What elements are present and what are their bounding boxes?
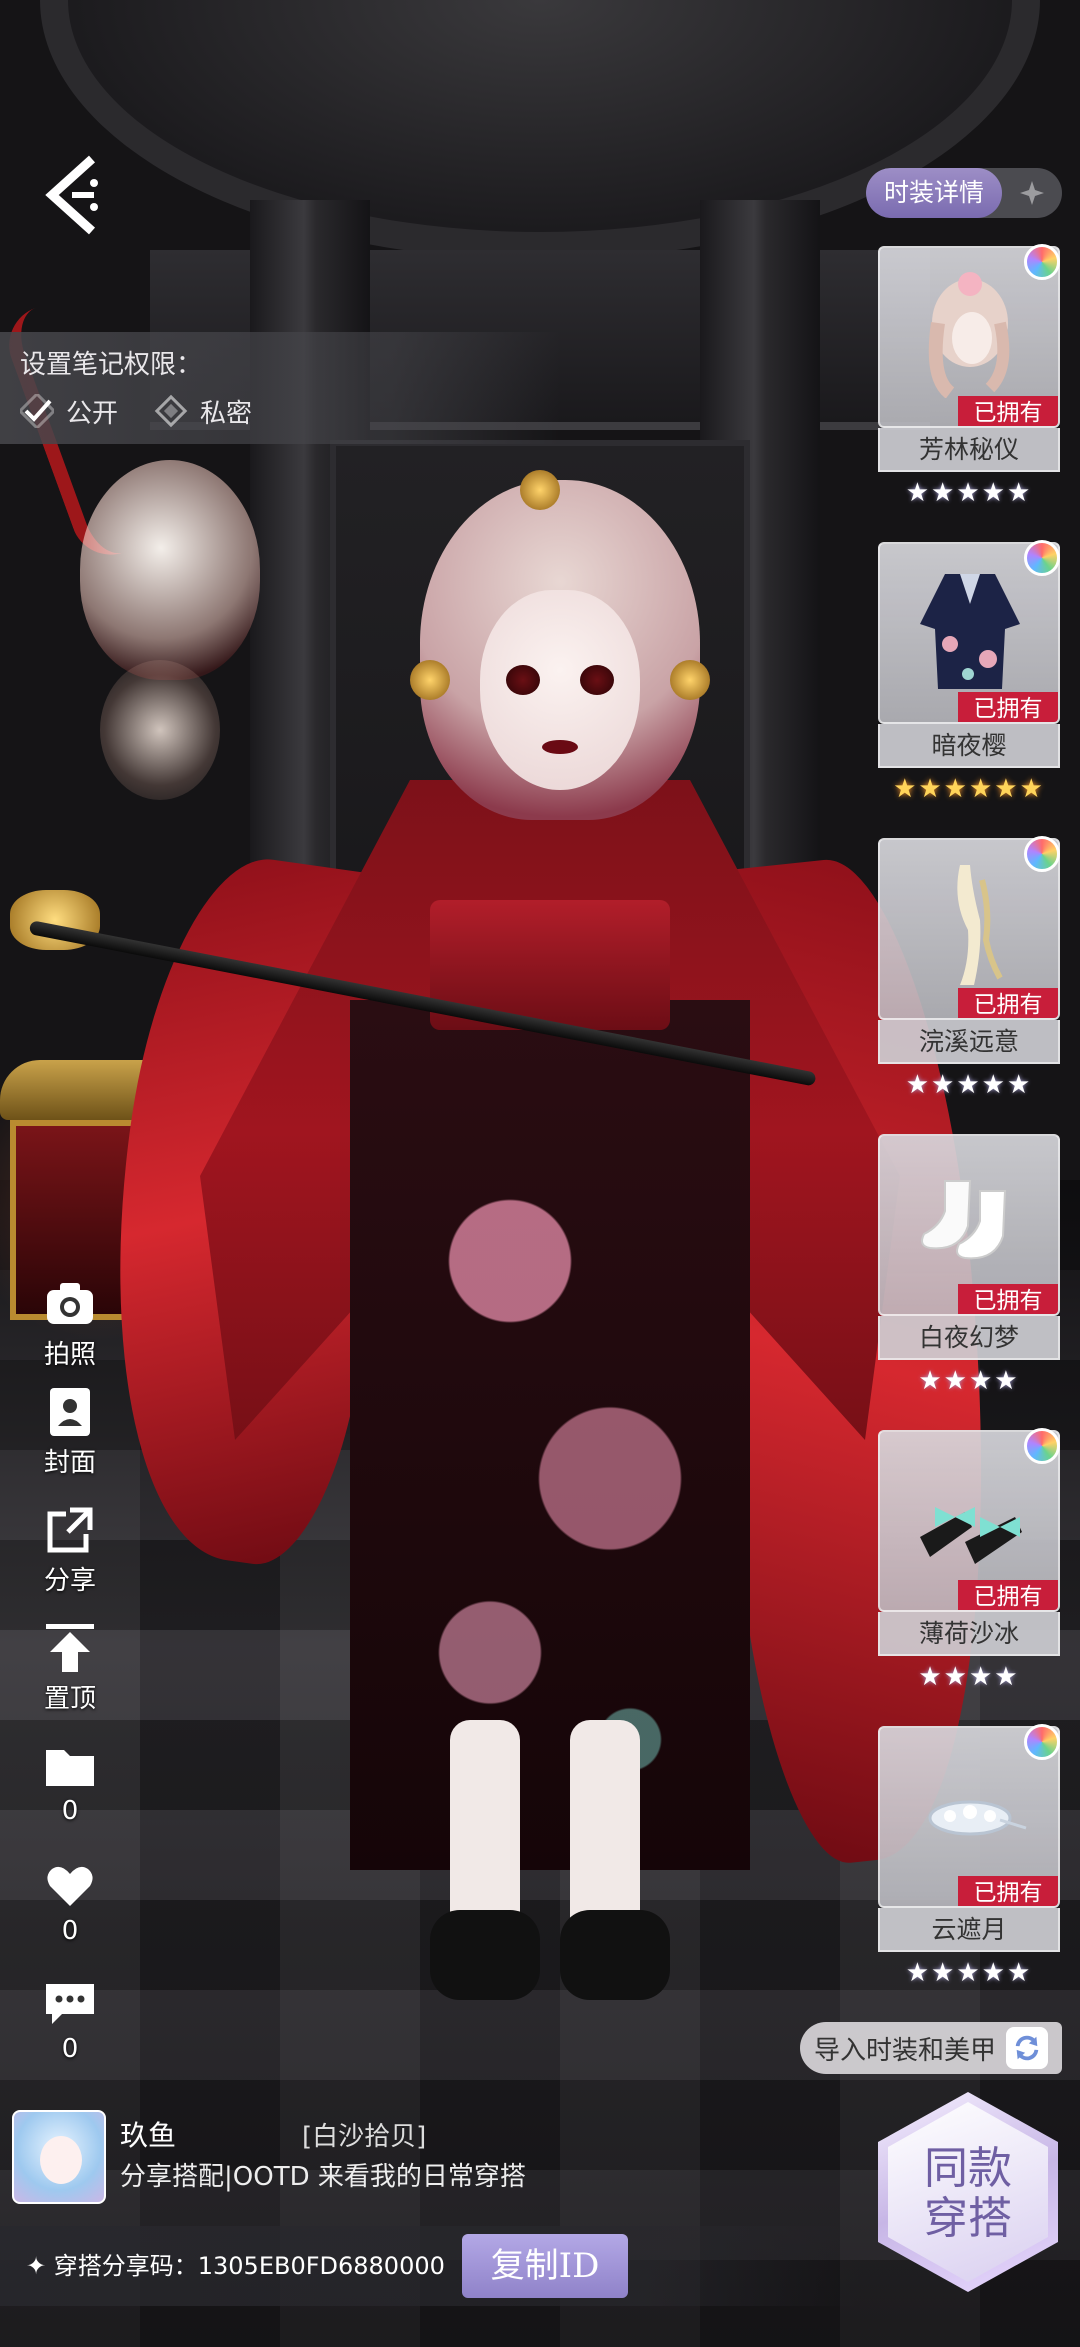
- outfit-item-hairstyle[interactable]: 已拥有 芳林秘仪 ★★★★★: [878, 244, 1060, 526]
- shoes-thumbnail-icon: [920, 1507, 1022, 1564]
- privacy-public-option[interactable]: 公开: [20, 393, 118, 430]
- item-rarity-stars: ★★★★★: [905, 478, 1033, 508]
- user-title-tag: [白沙拾贝]: [302, 2122, 427, 2152]
- privacy-settings: 设置笔记权限： 公开 私密: [0, 332, 560, 444]
- tab-secondary[interactable]: [1002, 168, 1062, 218]
- owned-badge: 已拥有: [958, 396, 1058, 426]
- hairpin-thumbnail-icon: [928, 1800, 1027, 1836]
- diamond-checkbox-icon: [154, 394, 188, 428]
- owned-badge: 已拥有: [958, 1876, 1058, 1906]
- tab-outfit-details[interactable]: 时装详情: [866, 168, 1003, 218]
- outfit-item-socks[interactable]: 已拥有 白夜幻梦 ★★★★: [878, 1134, 1060, 1414]
- back-button[interactable]: [38, 150, 108, 240]
- item-rarity-stars: ★★★★★★: [893, 774, 1045, 804]
- cover-portrait-icon: [50, 1388, 90, 1436]
- like-count: 0: [61, 1916, 79, 1946]
- pin-top-button[interactable]: 置顶: [20, 1620, 120, 1715]
- color-wheel-icon[interactable]: [1024, 1724, 1060, 1760]
- detail-tabs: 时装详情: [866, 168, 1063, 218]
- pin-top-icon: [46, 1624, 94, 1672]
- cover-label: 封面: [43, 1448, 96, 1478]
- item-name: 浣溪远意: [878, 1020, 1060, 1064]
- item-name: 芳林秘仪: [878, 428, 1060, 472]
- kimono-floral-panel: [350, 1000, 750, 1870]
- collect-button[interactable]: 0: [20, 1738, 120, 1826]
- dress-thumbnail-icon: [920, 574, 1020, 689]
- same-outfit-button[interactable]: 同款 穿搭: [878, 2092, 1058, 2292]
- share-code-text: ✦ 穿搭分享码：1305EB0FD6880000: [26, 2252, 445, 2280]
- import-outfit-label: 导入时装和美甲: [813, 2035, 996, 2066]
- outfit-item-dress[interactable]: 已拥有 暗夜樱 ★★★★★★: [878, 540, 1060, 822]
- privacy-private-option[interactable]: 私密: [154, 393, 252, 430]
- gloves-thumbnail-icon: [957, 865, 1003, 985]
- privacy-private-label: 私密: [200, 398, 253, 429]
- ceiling-arch: [40, 0, 1040, 260]
- collect-count: 0: [61, 1796, 79, 1826]
- sparkle-icon: [1020, 181, 1045, 205]
- copy-id-button[interactable]: 复制ID: [462, 2234, 628, 2298]
- photo-label: 拍照: [43, 1340, 96, 1370]
- color-wheel-icon[interactable]: [1024, 540, 1060, 576]
- pin-top-label: 置顶: [43, 1684, 96, 1714]
- owned-badge: 已拥有: [958, 692, 1058, 722]
- item-name: 暗夜樱: [878, 724, 1060, 768]
- camera-icon: [47, 1283, 93, 1324]
- color-wheel-icon[interactable]: [1024, 244, 1060, 280]
- cover-button[interactable]: 封面: [20, 1384, 120, 1479]
- comment-count: 0: [61, 2034, 79, 2064]
- color-wheel-icon[interactable]: [1024, 1428, 1060, 1464]
- owned-badge: 已拥有: [958, 1284, 1058, 1314]
- comment-icon: [46, 1984, 94, 2024]
- like-button[interactable]: 0: [20, 1858, 120, 1946]
- color-wheel-icon[interactable]: [1024, 836, 1060, 872]
- outfit-item-hairpin[interactable]: 已拥有 云遮月 ★★★★★: [878, 1724, 1060, 2006]
- checkmark-icon: [20, 394, 54, 428]
- author-profile: 玖鱼 [白沙拾贝] 分享搭配|OOTD 来看我的日常穿搭: [12, 2110, 872, 2206]
- avatar[interactable]: [12, 2110, 106, 2204]
- item-rarity-stars: ★★★★: [918, 1662, 1020, 1692]
- face: [480, 590, 640, 790]
- privacy-title: 设置笔记权限：: [20, 350, 203, 380]
- share-button[interactable]: 分享: [20, 1502, 120, 1597]
- character-model: [10, 470, 1032, 2040]
- item-rarity-stars: ★★★★: [918, 1366, 1020, 1396]
- share-label: 分享: [43, 1566, 96, 1596]
- privacy-public-label: 公开: [66, 398, 119, 429]
- share-code-bar: ✦ 穿搭分享码：1305EB0FD6880000 复制ID: [0, 2226, 860, 2306]
- hairstyle-thumbnail-icon: [928, 272, 1010, 398]
- back-arrow-icon: [45, 155, 98, 235]
- item-rarity-stars: ★★★★★: [905, 1070, 1033, 1100]
- heart-icon: [47, 1866, 93, 1906]
- sync-icon: [1006, 2027, 1048, 2069]
- photo-button[interactable]: 拍照: [20, 1276, 120, 1371]
- item-name: 云遮月: [878, 1908, 1060, 1952]
- share-icon: [47, 1507, 93, 1553]
- outfit-item-shoes[interactable]: 已拥有 薄荷沙冰 ★★★★: [878, 1428, 1060, 1710]
- item-name: 薄荷沙冰: [878, 1612, 1060, 1656]
- socks-thumbnail-icon: [921, 1180, 1007, 1260]
- user-description: 分享搭配|OOTD 来看我的日常穿搭: [120, 2162, 526, 2192]
- import-outfit-button[interactable]: 导入时装和美甲: [800, 2022, 1062, 2074]
- username[interactable]: 玖鱼: [120, 2114, 176, 2154]
- folder-icon: [46, 1750, 94, 1786]
- same-outfit-line1: 同款: [924, 2143, 1012, 2194]
- comment-button[interactable]: 0: [20, 1976, 120, 2064]
- owned-badge: 已拥有: [958, 1580, 1058, 1610]
- owned-badge: 已拥有: [958, 988, 1058, 1018]
- outfit-item-gloves[interactable]: 已拥有 浣溪远意 ★★★★★: [878, 836, 1060, 1118]
- same-outfit-line2: 穿搭: [924, 2193, 1012, 2244]
- item-name: 白夜幻梦: [878, 1316, 1060, 1360]
- item-rarity-stars: ★★★★★: [905, 1958, 1033, 1988]
